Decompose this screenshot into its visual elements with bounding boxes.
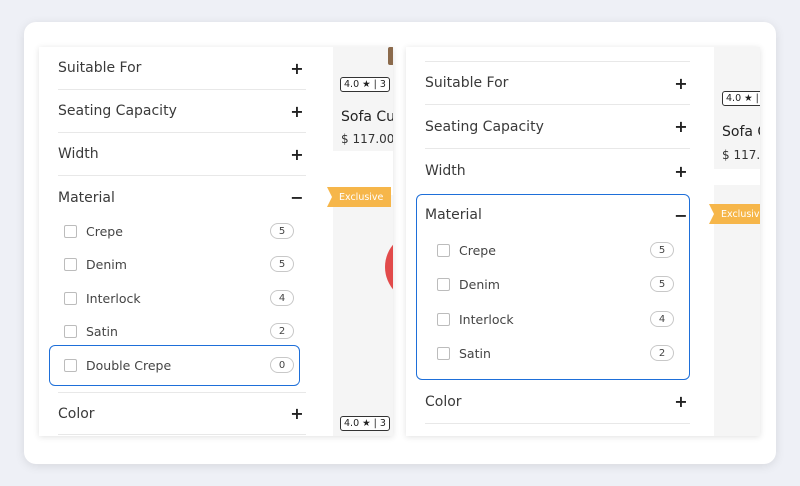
expand-plus-icon[interactable]: + bbox=[290, 145, 304, 164]
expand-plus-icon[interactable]: + bbox=[674, 117, 688, 136]
count-badge: 2 bbox=[270, 323, 294, 339]
count-badge: 4 bbox=[270, 290, 294, 306]
highlight-double-crepe bbox=[49, 345, 300, 386]
filter-suitable-for[interactable]: Suitable For + bbox=[58, 47, 306, 90]
filter-material[interactable]: Material − bbox=[58, 176, 306, 219]
exclusive-badge: Exclusive bbox=[326, 187, 392, 207]
filter-label: Color bbox=[425, 393, 462, 410]
filter-width[interactable]: Width + bbox=[425, 149, 690, 193]
product-rating-badge-2: 4.0 ★ | 3 bbox=[340, 416, 390, 431]
filter-label: Width bbox=[58, 146, 99, 162]
product-price: $ 117.00 bbox=[722, 148, 760, 162]
filter-color[interactable]: Color + bbox=[58, 392, 306, 435]
expand-plus-icon[interactable]: + bbox=[290, 102, 304, 121]
product-price: $ 117.00 $ bbox=[341, 132, 393, 146]
filter-width[interactable]: Width + bbox=[58, 133, 306, 176]
checkbox[interactable] bbox=[64, 257, 77, 271]
filter-label: Seating Capacity bbox=[58, 103, 177, 119]
exclusive-badge: Exclusive bbox=[708, 204, 760, 224]
filter-label: Suitable For bbox=[58, 60, 142, 76]
collapse-minus-icon[interactable]: − bbox=[290, 188, 304, 207]
product-rating-badge: 4.0 ★ | 3 bbox=[340, 77, 390, 92]
price-current: $ 117.00 bbox=[341, 132, 393, 146]
expand-plus-icon[interactable]: + bbox=[674, 392, 688, 411]
product-image-leg bbox=[388, 47, 393, 65]
filter-label: Material bbox=[58, 189, 115, 206]
product-rating-badge: 4.0 ★ | bbox=[722, 91, 760, 106]
filter-label: Color bbox=[58, 405, 95, 422]
checkbox[interactable] bbox=[64, 224, 77, 238]
option-label: Denim bbox=[86, 256, 127, 272]
filter-label: Width bbox=[425, 163, 466, 179]
option-interlock[interactable]: Interlock 4 bbox=[64, 290, 294, 306]
filter-seating-capacity[interactable]: Seating Capacity + bbox=[425, 105, 690, 149]
expand-plus-icon[interactable]: + bbox=[674, 162, 688, 181]
filter-label: Seating Capacity bbox=[425, 118, 544, 135]
product-name[interactable]: Sofa C bbox=[722, 124, 760, 140]
filter-suitable-for[interactable]: Suitable For + bbox=[425, 61, 690, 105]
option-label: Crepe bbox=[86, 223, 123, 239]
option-label: Interlock bbox=[86, 290, 141, 306]
product-name[interactable]: Sofa Cu bbox=[341, 109, 393, 125]
option-crepe[interactable]: Crepe 5 bbox=[64, 223, 294, 239]
count-badge: 5 bbox=[270, 256, 294, 272]
highlight-material-section bbox=[416, 194, 690, 380]
expand-plus-icon[interactable]: + bbox=[674, 74, 688, 93]
product-gap bbox=[714, 169, 760, 185]
option-satin[interactable]: Satin 2 bbox=[64, 323, 294, 339]
checkbox[interactable] bbox=[64, 324, 77, 338]
filter-label: Suitable For bbox=[425, 75, 509, 91]
expand-plus-icon[interactable]: + bbox=[290, 59, 304, 78]
product-column bbox=[333, 47, 393, 436]
checkbox[interactable] bbox=[64, 291, 77, 305]
filter-color[interactable]: Color + bbox=[425, 380, 690, 424]
count-badge: 5 bbox=[270, 223, 294, 239]
filter-seating-capacity[interactable]: Seating Capacity + bbox=[58, 90, 306, 133]
option-denim[interactable]: Denim 5 bbox=[64, 256, 294, 272]
option-label: Satin bbox=[86, 323, 118, 339]
expand-plus-icon[interactable]: + bbox=[290, 404, 304, 423]
